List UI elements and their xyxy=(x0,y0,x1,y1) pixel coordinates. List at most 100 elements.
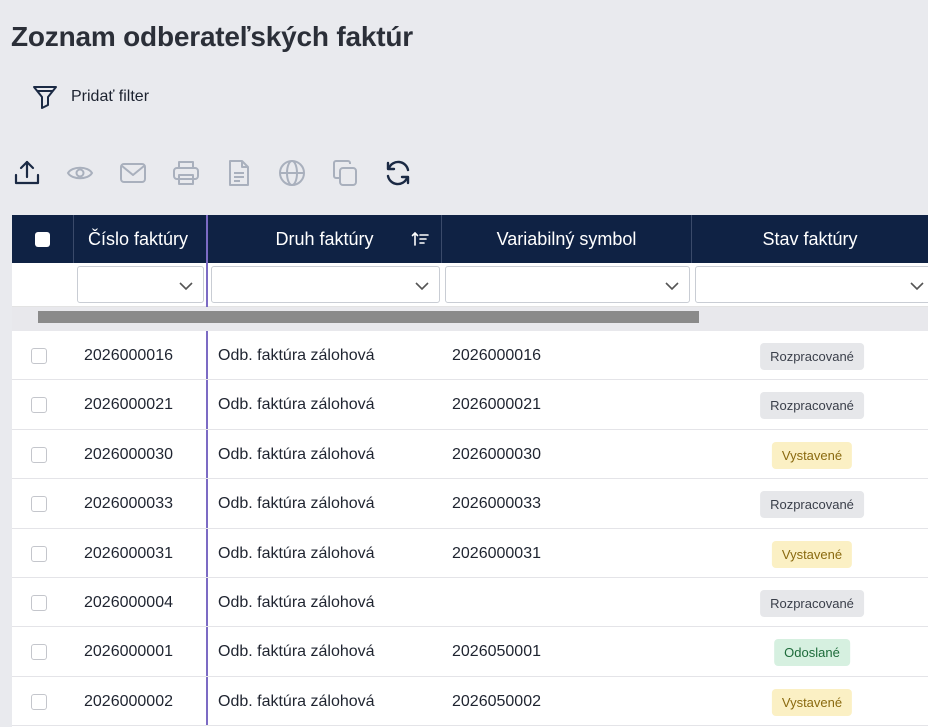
column-header-cislo[interactable]: Číslo faktúry xyxy=(74,215,208,263)
scrollbar-thumb[interactable] xyxy=(38,311,699,323)
table-row[interactable]: 2026000001 Odb. faktúra zálohová 2026050… xyxy=(12,627,928,677)
sort-icon[interactable] xyxy=(411,230,429,248)
column-header-label: Druh faktúry xyxy=(275,228,374,249)
pinned-column-divider xyxy=(206,263,208,307)
row-checkbox[interactable] xyxy=(31,545,47,562)
cell-variabilny-symbol: 2026000021 xyxy=(452,396,541,414)
status-badge: Vystavené xyxy=(771,688,853,716)
cell-druh: Odb. faktúra zálohová xyxy=(218,396,375,414)
invoice-grid: Číslo faktúry Druh faktúry Variabilný sy… xyxy=(12,215,928,727)
add-filter-label: Pridať filter xyxy=(71,88,150,105)
row-checkbox[interactable] xyxy=(31,644,47,661)
row-checkbox[interactable] xyxy=(31,496,47,513)
cell-druh: Odb. faktúra zálohová xyxy=(218,495,375,513)
cell-variabilny-symbol: 2026050002 xyxy=(452,692,541,710)
select-all-checkbox[interactable] xyxy=(35,231,50,247)
add-filter-button[interactable]: Pridať filter xyxy=(31,80,149,114)
filter-select-stav[interactable] xyxy=(695,266,928,303)
table-row[interactable]: 2026000004 Odb. faktúra zálohová Rozprac… xyxy=(12,577,928,628)
cell-druh: Odb. faktúra zálohová xyxy=(218,692,375,710)
table-row[interactable]: 2026000031 Odb. faktúra zálohová 2026000… xyxy=(12,528,928,578)
web-button[interactable] xyxy=(277,158,307,188)
table-row[interactable]: 2026000033 Odb. faktúra zálohová 2026000… xyxy=(12,479,928,529)
export-button[interactable] xyxy=(12,158,42,188)
status-badge: Rozpracované xyxy=(760,589,864,617)
status-badge: Vystavené xyxy=(771,540,853,568)
table-row[interactable]: 2026000002 Odb. faktúra zálohová 2026050… xyxy=(12,676,928,727)
chevron-down-icon xyxy=(179,282,193,291)
page-title: Zoznam odberateľských faktúr xyxy=(11,21,413,52)
column-header-label: Číslo faktúry xyxy=(88,228,189,249)
horizontal-scrollbar[interactable] xyxy=(12,307,928,331)
pinned-column-divider xyxy=(206,577,208,627)
globe-icon xyxy=(279,160,305,186)
filter-row xyxy=(12,263,928,307)
cell-variabilny-symbol: 2026000031 xyxy=(452,544,541,562)
table-row[interactable]: 2026000021 Odb. faktúra zálohová 2026000… xyxy=(12,380,928,430)
header-select-all xyxy=(12,215,74,263)
cell-cislo: 2026000030 xyxy=(84,445,173,463)
cell-variabilny-symbol: 2026000030 xyxy=(452,445,541,463)
toolbar xyxy=(12,156,436,190)
cell-cislo: 2026000004 xyxy=(84,593,173,611)
export-icon xyxy=(14,160,40,185)
column-header-variabilny-symbol[interactable]: Variabilný symbol xyxy=(442,215,692,263)
pinned-column-divider xyxy=(206,429,208,479)
status-badge: Odoslané xyxy=(774,639,850,667)
pinned-column-divider xyxy=(206,380,208,429)
print-button[interactable] xyxy=(171,158,201,188)
pinned-column-divider xyxy=(206,331,208,380)
column-header-druh[interactable]: Druh faktúry xyxy=(208,215,442,263)
email-button[interactable] xyxy=(118,158,148,188)
pinned-column-divider xyxy=(206,528,208,577)
cell-variabilny-symbol: 2026000033 xyxy=(452,495,541,513)
eye-icon xyxy=(66,166,94,180)
copy-icon xyxy=(333,160,357,186)
refresh-icon xyxy=(386,160,410,186)
cell-cislo: 2026000001 xyxy=(84,643,173,661)
column-header-label: Stav faktúry xyxy=(762,228,858,249)
cell-cislo: 2026000031 xyxy=(84,544,173,562)
row-checkbox[interactable] xyxy=(31,348,47,364)
cell-druh: Odb. faktúra zálohová xyxy=(218,643,375,661)
row-checkbox[interactable] xyxy=(31,397,47,414)
mail-icon xyxy=(120,163,146,183)
view-button[interactable] xyxy=(65,158,95,188)
cell-druh: Odb. faktúra zálohová xyxy=(218,347,375,364)
refresh-button[interactable] xyxy=(383,158,413,188)
column-header-label: Variabilný symbol xyxy=(496,228,637,249)
filter-select-cislo[interactable] xyxy=(77,266,204,303)
cell-cislo: 2026000016 xyxy=(84,347,173,364)
status-badge: Rozpracované xyxy=(760,392,864,420)
row-checkbox[interactable] xyxy=(31,446,47,463)
filter-select-variabilny-symbol[interactable] xyxy=(445,266,690,303)
cell-cislo: 2026000002 xyxy=(84,692,173,710)
table-row[interactable]: 2026000030 Odb. faktúra zálohová 2026000… xyxy=(12,429,928,480)
chevron-down-icon xyxy=(665,282,679,291)
chevron-down-icon xyxy=(910,282,924,291)
cell-druh: Odb. faktúra zálohová xyxy=(218,445,375,463)
table-row[interactable]: 2026000016 Odb. faktúra zálohová 2026000… xyxy=(12,331,928,381)
funnel-icon xyxy=(33,86,57,109)
filter-select-druh[interactable] xyxy=(211,266,440,303)
cell-cislo: 2026000021 xyxy=(84,396,173,414)
column-header-stav[interactable]: Stav faktúry xyxy=(692,215,928,263)
grid-header: Číslo faktúry Druh faktúry Variabilný sy… xyxy=(12,215,928,263)
cell-variabilny-symbol: 2026050001 xyxy=(452,643,541,661)
copy-button[interactable] xyxy=(330,158,360,188)
row-checkbox[interactable] xyxy=(31,693,47,710)
status-badge: Rozpracované xyxy=(760,343,864,370)
cell-cislo: 2026000033 xyxy=(84,495,173,513)
printer-icon xyxy=(173,161,199,185)
chevron-down-icon xyxy=(415,282,429,291)
document-icon xyxy=(229,160,249,186)
grid-body: 2026000016 Odb. faktúra zálohová 2026000… xyxy=(12,331,928,727)
cell-variabilny-symbol: 2026000016 xyxy=(452,347,541,364)
pinned-column-divider xyxy=(206,627,208,676)
cell-druh: Odb. faktúra zálohová xyxy=(218,544,375,562)
status-badge: Vystavené xyxy=(771,441,853,469)
cell-druh: Odb. faktúra zálohová xyxy=(218,593,375,611)
status-badge: Rozpracované xyxy=(760,491,864,519)
document-button[interactable] xyxy=(224,158,254,188)
row-checkbox[interactable] xyxy=(31,594,47,611)
